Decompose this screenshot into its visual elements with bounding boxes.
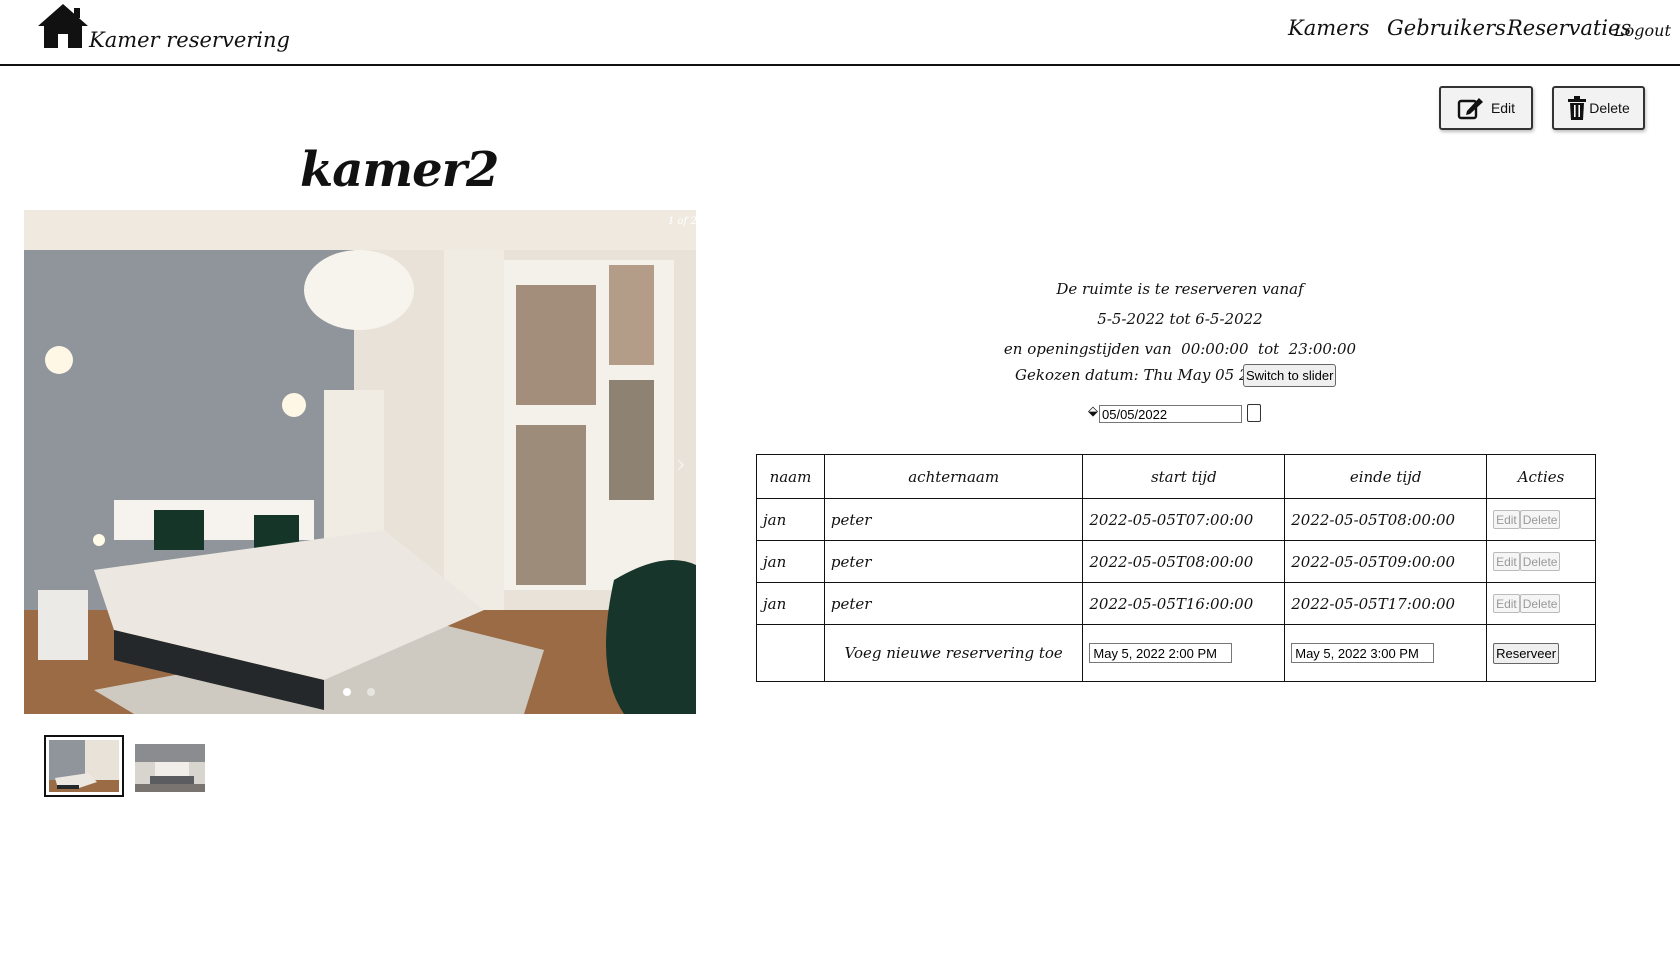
cell-naam: jan [756, 540, 825, 583]
col-naam: naam [756, 454, 825, 499]
carousel-next-arrow-icon[interactable]: › [676, 450, 686, 478]
date-checkbox[interactable] [1247, 404, 1261, 422]
col-start-tijd: start tijd [1082, 454, 1286, 499]
cell-empty [756, 624, 825, 682]
thumbnail-1[interactable] [44, 735, 124, 797]
photo-counter: 1 of 2 [668, 216, 697, 227]
col-einde-tijd: einde tijd [1284, 454, 1488, 499]
new-reservation-label: Voeg nieuwe reservering toe [823, 624, 1084, 682]
cell-start: 2022-05-05T16:00:00 [1082, 582, 1286, 625]
carousel-dot-1[interactable] [343, 688, 351, 696]
calendar-diamond-icon: ⬙ [1088, 404, 1098, 419]
chosen-date: Gekozen datum: Thu May 05 2022 [1015, 366, 1278, 384]
cell-naam: jan [756, 498, 825, 541]
table-row: jan peter 2022-05-05T08:00:00 2022-05-05… [756, 540, 1596, 583]
availability-dates: 5-5-2022 tot 6-5-2022 [1097, 310, 1263, 328]
cell-start: 2022-05-05T07:00:00 [1082, 498, 1286, 541]
reserve-button[interactable]: Reserveer [1493, 642, 1560, 664]
new-start-input[interactable] [1089, 643, 1233, 663]
nav-reservaties[interactable]: Reservaties [1507, 16, 1631, 40]
row-delete-button[interactable]: Delete [1519, 552, 1561, 572]
nav-logout[interactable]: Logout [1614, 21, 1671, 40]
brand-name[interactable]: Kamer reservering [89, 28, 290, 52]
header-bar: Kamer reservering Kamers Gebruikers Rese… [0, 0, 1680, 66]
carousel-dot-2[interactable] [367, 688, 375, 696]
room-title: kamer2 [300, 142, 499, 198]
cell-start: 2022-05-05T08:00:00 [1082, 540, 1286, 583]
trash-icon [1568, 96, 1587, 120]
col-acties: Acties [1486, 454, 1596, 499]
cell-actions: Edit Delete [1486, 498, 1596, 541]
availability-intro: De ruimte is te reserveren vanaf [1056, 280, 1304, 298]
cell-einde: 2022-05-05T17:00:00 [1284, 582, 1488, 625]
row-delete-button[interactable]: Delete [1519, 510, 1561, 530]
cell-einde: 2022-05-05T09:00:00 [1284, 540, 1488, 583]
nav-kamers[interactable]: Kamers [1288, 16, 1369, 40]
new-end-input[interactable] [1291, 643, 1435, 663]
row-edit-button[interactable]: Edit [1493, 552, 1520, 572]
reservations-table: naam achternaam start tijd einde tijd Ac… [756, 454, 1596, 682]
cell-actions: Edit Delete [1486, 540, 1596, 583]
switch-to-slider-button[interactable]: Switch to slider [1243, 364, 1337, 387]
house-logo-icon[interactable] [36, 2, 90, 50]
cell-reserve: Reserveer [1486, 624, 1596, 682]
room-photo-carousel[interactable] [24, 210, 696, 714]
cell-achternaam: peter [823, 498, 1084, 541]
table-row: jan peter 2022-05-05T07:00:00 2022-05-05… [756, 498, 1596, 541]
row-edit-button[interactable]: Edit [1493, 594, 1520, 614]
edit-label: Edit [1490, 100, 1516, 116]
cell-achternaam: peter [823, 540, 1084, 583]
table-header-row: naam achternaam start tijd einde tijd Ac… [756, 454, 1596, 499]
date-picker-input[interactable] [1099, 405, 1242, 423]
nav-gebruikers[interactable]: Gebruikers [1387, 16, 1506, 40]
cell-achternaam: peter [823, 582, 1084, 625]
thumbnail-2[interactable] [135, 744, 205, 792]
delete-label: Delete [1589, 100, 1630, 116]
col-achternaam: achternaam [823, 454, 1084, 499]
row-delete-button[interactable]: Delete [1519, 594, 1561, 614]
cell-actions: Edit Delete [1486, 582, 1596, 625]
delete-room-button[interactable]: Delete [1552, 86, 1645, 130]
room-photo [24, 210, 696, 714]
cell-new-start [1082, 624, 1286, 682]
availability-hours: en openingstijden van 00:00:00 tot 23:00… [1003, 340, 1357, 358]
cell-naam: jan [756, 582, 825, 625]
new-reservation-row: Voeg nieuwe reservering toe Reserveer [756, 624, 1596, 682]
edit-room-button[interactable]: Edit [1439, 86, 1533, 130]
cell-new-end [1284, 624, 1488, 682]
row-edit-button[interactable]: Edit [1493, 510, 1520, 530]
edit-icon [1457, 98, 1483, 120]
cell-einde: 2022-05-05T08:00:00 [1284, 498, 1488, 541]
table-row: jan peter 2022-05-05T16:00:00 2022-05-05… [756, 582, 1596, 625]
